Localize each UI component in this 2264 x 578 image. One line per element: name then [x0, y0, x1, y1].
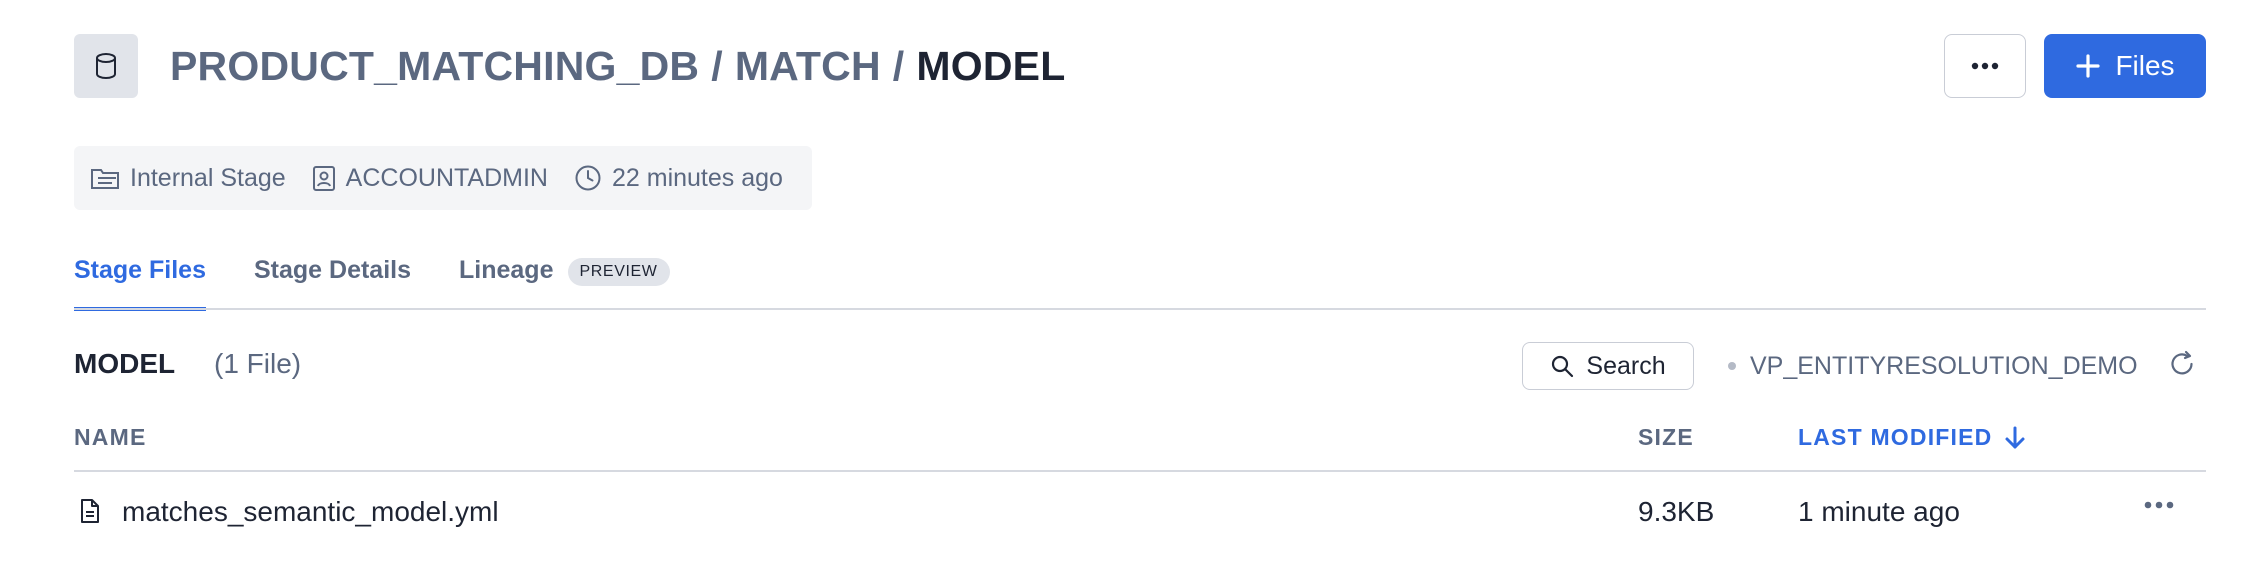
tab-label: Stage Files: [74, 256, 206, 284]
ellipsis-icon: [1971, 62, 1999, 70]
search-label: Search: [1586, 351, 1666, 380]
stage-type-label: Internal Stage: [130, 163, 286, 192]
stage-created-label: 22 minutes ago: [611, 163, 783, 192]
file-icon: [80, 498, 100, 524]
file-last-modified: 1 minute ago: [1798, 496, 1960, 527]
stage-meta: Internal Stage ACCOUNTADMIN 22 minutes a…: [74, 146, 812, 210]
add-files-button[interactable]: Files: [2044, 34, 2206, 98]
search-icon: [1552, 355, 1574, 378]
stage-owner: ACCOUNTADMIN: [312, 164, 548, 193]
refresh-icon[interactable]: [2168, 350, 2196, 378]
preview-badge: PREVIEW: [567, 258, 670, 286]
breadcrumb-schema[interactable]: MATCH: [735, 43, 881, 90]
tab-label: Stage Details: [254, 256, 412, 284]
column-header-label: LAST MODIFIED: [1798, 424, 1993, 450]
tab-stage-files[interactable]: Stage Files: [74, 248, 206, 311]
row-actions-button[interactable]: [2144, 500, 2174, 510]
plus-icon: [2076, 54, 2101, 78]
breadcrumb: PRODUCT_MATCHING_DB / MATCH / MODEL: [170, 40, 1065, 92]
tabs-divider: [74, 308, 2206, 310]
file-name[interactable]: matches_semantic_model.yml: [122, 496, 499, 528]
warehouse-selector[interactable]: VP_ENTITYRESOLUTION_DEMO: [1728, 350, 2138, 382]
warehouse-name: VP_ENTITYRESOLUTION_DEMO: [1750, 351, 2138, 380]
stage-type: Internal Stage: [90, 164, 286, 193]
column-header-size[interactable]: SIZE: [1638, 424, 1694, 451]
add-files-label: Files: [2115, 50, 2175, 81]
user-badge-icon: [312, 166, 335, 191]
stage-created: 22 minutes ago: [574, 164, 783, 193]
stage-icon: [91, 169, 119, 189]
search-button[interactable]: Search: [1522, 342, 1694, 390]
clock-icon: [575, 165, 601, 191]
breadcrumb-separator: /: [711, 42, 723, 89]
tab-lineage[interactable]: Lineage PREVIEW: [459, 248, 670, 310]
section-title: MODEL: [74, 348, 176, 379]
ellipsis-icon: [2144, 501, 2174, 509]
database-icon: [74, 34, 138, 98]
file-size: 9.3KB: [1638, 496, 1715, 527]
page-title: MODEL: [916, 42, 1066, 89]
stage-owner-label: ACCOUNTADMIN: [345, 163, 548, 192]
column-header-last-modified[interactable]: LAST MODIFIED: [1798, 424, 2026, 451]
file-count: (1 File): [214, 348, 302, 379]
tab-bar: Stage Files Stage Details Lineage PREVIE…: [74, 248, 718, 311]
column-header-name[interactable]: NAME: [74, 424, 147, 451]
breadcrumb-database[interactable]: PRODUCT_MATCHING_DB: [170, 43, 699, 90]
table-header-divider: [74, 470, 2206, 472]
status-dot: [1728, 362, 1736, 370]
tab-label: Lineage: [459, 256, 554, 284]
arrow-down-icon: [2005, 426, 2025, 448]
more-actions-button[interactable]: [1944, 34, 2026, 98]
breadcrumb-separator: /: [892, 42, 905, 89]
tab-stage-details[interactable]: Stage Details: [254, 248, 411, 310]
